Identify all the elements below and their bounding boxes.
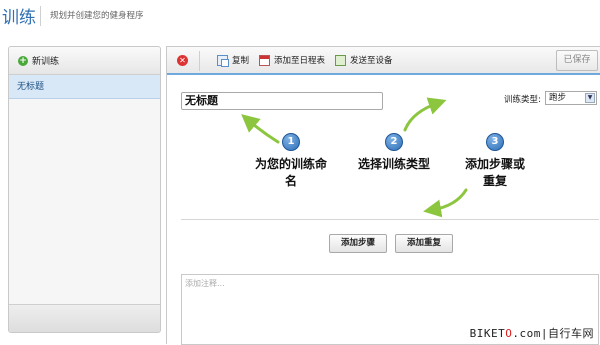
page-header: 训练 规划并创建您的健身程序 <box>0 0 600 40</box>
save-button[interactable]: 已保存 <box>556 50 598 71</box>
step-2-text: 选择训练类型 <box>344 156 444 173</box>
workout-type-label: 训练类型: <box>504 93 541 105</box>
section-divider <box>181 219 599 220</box>
plus-icon: + <box>18 56 28 66</box>
step-3-text-line2: 重复 <box>445 173 545 190</box>
page-subtitle: 规划并创建您的健身程序 <box>50 9 144 21</box>
send-to-device-button[interactable]: 发送至设备 <box>335 54 393 66</box>
step-3-text-line1: 添加步骤或 <box>445 156 545 173</box>
workout-name-input[interactable]: 无标题 <box>181 92 383 110</box>
add-step-button[interactable]: 添加步骤 <box>329 234 387 253</box>
add-repeat-button[interactable]: 添加重复 <box>395 234 453 253</box>
editor-toolbar: ✕ 复制 添加至日程表 发送至设备 已保存 <box>167 47 600 75</box>
step-2-badge: 2 <box>385 133 403 151</box>
step-3-badge: 3 <box>486 133 504 151</box>
sidebar-toolbar: + 新训练 <box>9 47 160 75</box>
step-3-text: 添加步骤或 重复 <box>445 156 545 190</box>
workout-sidebar: + 新训练 无标题 <box>8 46 161 333</box>
toolbar-separator <box>199 51 200 71</box>
page-title: 训练 <box>2 3 36 28</box>
step-1-badge: 1 <box>282 133 300 151</box>
step-2-text-line1: 选择训练类型 <box>344 156 444 173</box>
send-to-device-label: 发送至设备 <box>350 54 393 66</box>
step-1-text-line2: 名 <box>241 173 341 190</box>
sidebar-footer <box>9 304 160 333</box>
step-1-text: 为您的训练命 名 <box>241 156 341 190</box>
chevron-down-icon: ▼ <box>585 93 595 103</box>
add-to-schedule-label: 添加至日程表 <box>274 54 325 66</box>
workout-type-select[interactable]: 跑步 ▼ <box>545 91 597 105</box>
copy-label: 复制 <box>232 54 249 66</box>
workout-editor: ✕ 复制 添加至日程表 发送至设备 已保存 无标题 训练类型: 跑步 ▼ 1 为… <box>166 46 600 344</box>
header-divider <box>40 6 41 26</box>
sidebar-item-untitled[interactable]: 无标题 <box>9 75 160 99</box>
step-1-text-line1: 为您的训练命 <box>241 156 341 173</box>
new-workout-button[interactable]: + 新训练 <box>18 54 59 67</box>
calendar-icon <box>259 55 270 66</box>
sidebar-list-area <box>9 99 160 304</box>
new-workout-label: 新训练 <box>32 54 59 67</box>
delete-icon[interactable]: ✕ <box>177 55 188 66</box>
watermark: BIKETO.com|自行车网 <box>468 325 596 341</box>
add-to-schedule-button[interactable]: 添加至日程表 <box>259 54 325 66</box>
copy-button[interactable]: 复制 <box>217 54 249 66</box>
workout-type-value: 跑步 <box>549 93 566 103</box>
send-device-icon <box>335 55 346 66</box>
copy-icon <box>217 55 228 66</box>
